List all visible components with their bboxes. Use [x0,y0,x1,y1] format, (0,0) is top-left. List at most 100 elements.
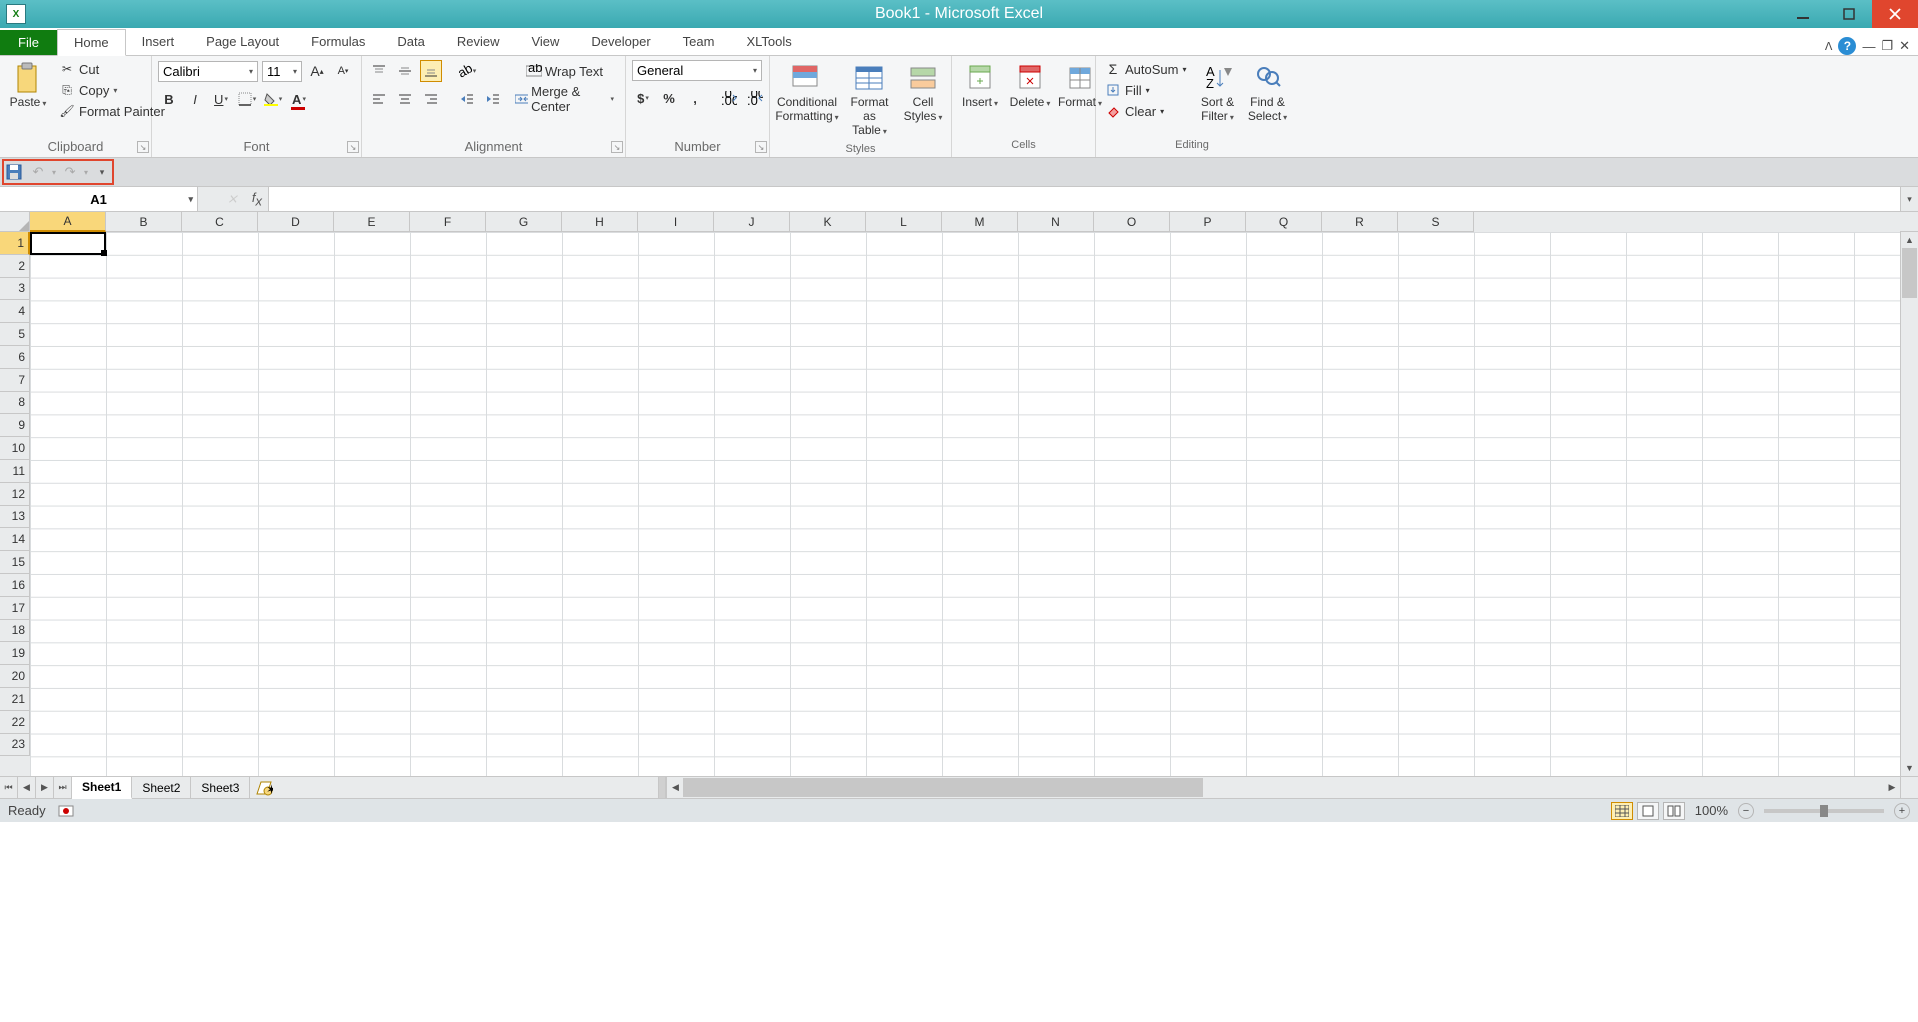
ribbon-minimize-icon[interactable]: ᐱ [1825,40,1833,53]
row-header[interactable]: 7 [0,369,30,392]
row-header[interactable]: 18 [0,620,30,643]
increase-indent-button[interactable] [482,88,504,110]
fill-handle[interactable] [101,250,107,256]
row-header[interactable]: 12 [0,483,30,506]
tab-developer[interactable]: Developer [575,29,666,55]
column-header[interactable]: L [866,212,942,232]
formula-input[interactable] [268,187,1900,211]
help-icon[interactable]: ? [1838,37,1856,55]
normal-view-button[interactable] [1611,802,1633,820]
sheet-tab[interactable]: Sheet1 [72,777,132,799]
dialog-launcher-icon[interactable]: ↘ [611,141,623,153]
scroll-left-button[interactable]: ◀ [667,777,683,798]
next-sheet-button[interactable]: ▶ [36,777,54,798]
window-min-icon[interactable]: — [1862,39,1875,54]
row-header[interactable]: 3 [0,278,30,301]
tab-view[interactable]: View [515,29,575,55]
find-select-button[interactable]: Find & Select [1246,60,1290,126]
column-header[interactable]: P [1170,212,1246,232]
row-header[interactable]: 1 [0,232,30,255]
select-all-button[interactable] [0,212,30,232]
row-header[interactable]: 2 [0,255,30,278]
shrink-font-button[interactable]: A▾ [332,60,354,82]
conditional-formatting-button[interactable]: Conditional Formatting [776,60,838,126]
fill-button[interactable]: Fill▾ [1102,81,1190,99]
row-header[interactable]: 20 [0,665,30,688]
prev-sheet-button[interactable]: ◀ [18,777,36,798]
tab-xltools[interactable]: XLTools [730,29,807,55]
new-sheet-button[interactable]: ✶ [250,777,278,798]
tab-data[interactable]: Data [381,29,440,55]
row-header[interactable]: 13 [0,506,30,529]
save-button[interactable] [4,162,24,182]
font-size-combo[interactable]: 11 [262,61,302,82]
customize-qat-button[interactable]: ▾ [92,162,112,182]
orientation-button[interactable]: ab [456,60,478,82]
italic-button[interactable]: I [184,88,206,110]
row-header[interactable]: 10 [0,437,30,460]
column-header[interactable]: A [30,212,106,232]
column-header[interactable]: H [562,212,638,232]
window-restore-icon[interactable]: ❐ [1881,38,1893,54]
page-layout-view-button[interactable] [1637,802,1659,820]
dialog-launcher-icon[interactable]: ↘ [755,141,767,153]
tab-insert[interactable]: Insert [126,29,191,55]
insert-cells-button[interactable]: Insert [958,60,1002,112]
sheet-tab[interactable]: Sheet3 [191,777,250,798]
vertical-scrollbar[interactable]: ▲ ▼ [1900,232,1918,776]
row-header[interactable]: 5 [0,323,30,346]
tab-split-handle[interactable] [658,777,666,798]
row-header[interactable]: 4 [0,300,30,323]
scroll-thumb[interactable] [1902,248,1917,298]
column-header[interactable]: D [258,212,334,232]
row-header[interactable]: 17 [0,597,30,620]
window-close-icon[interactable]: ✕ [1899,38,1910,54]
row-header[interactable]: 23 [0,734,30,757]
align-right-button[interactable] [420,88,442,110]
font-name-combo[interactable]: Calibri [158,61,258,82]
decrease-decimal-button[interactable]: .00.0 [744,87,766,109]
zoom-slider[interactable] [1764,809,1884,813]
row-header[interactable]: 6 [0,346,30,369]
font-color-button[interactable]: A [288,88,310,110]
minimize-button[interactable] [1780,0,1826,28]
align-top-button[interactable] [368,60,390,82]
first-sheet-button[interactable]: ⏮ [0,777,18,798]
column-header[interactable]: S [1398,212,1474,232]
zoom-level[interactable]: 100% [1695,803,1728,818]
name-box[interactable]: A1▾ [0,187,198,211]
increase-decimal-button[interactable]: .0.00 [718,87,740,109]
sort-filter-button[interactable]: AZ Sort & Filter [1196,60,1240,126]
row-header[interactable]: 14 [0,528,30,551]
dialog-launcher-icon[interactable]: ↘ [347,141,359,153]
fx-icon[interactable]: fx [252,190,262,209]
tab-formulas[interactable]: Formulas [295,29,381,55]
column-header[interactable]: E [334,212,410,232]
wrap-text-button[interactable]: abcWrap Text [510,60,619,82]
row-header[interactable]: 15 [0,551,30,574]
row-header[interactable]: 21 [0,688,30,711]
scroll-down-button[interactable]: ▼ [1901,760,1918,776]
row-header[interactable]: 22 [0,711,30,734]
bold-button[interactable]: B [158,88,180,110]
zoom-slider-thumb[interactable] [1820,805,1828,817]
macro-record-icon[interactable] [58,804,74,818]
column-header[interactable]: M [942,212,1018,232]
autosum-button[interactable]: ΣAutoSum▾ [1102,60,1190,78]
dialog-launcher-icon[interactable]: ↘ [137,141,149,153]
grow-font-button[interactable]: A▴ [306,60,328,82]
sheet-tab[interactable]: Sheet2 [132,777,191,798]
tab-page-layout[interactable]: Page Layout [190,29,295,55]
align-middle-button[interactable] [394,60,416,82]
row-header[interactable]: 16 [0,574,30,597]
expand-formula-bar-button[interactable]: ▾ [1900,187,1918,211]
column-header[interactable]: F [410,212,486,232]
chevron-down-icon[interactable]: ▾ [188,194,193,205]
tab-home[interactable]: Home [57,29,126,56]
redo-button[interactable]: ↷ [60,162,80,182]
column-header[interactable]: B [106,212,182,232]
percent-button[interactable]: % [658,87,680,109]
accounting-format-button[interactable]: $ [632,87,654,109]
column-header[interactable]: R [1322,212,1398,232]
fill-color-button[interactable] [262,88,284,110]
